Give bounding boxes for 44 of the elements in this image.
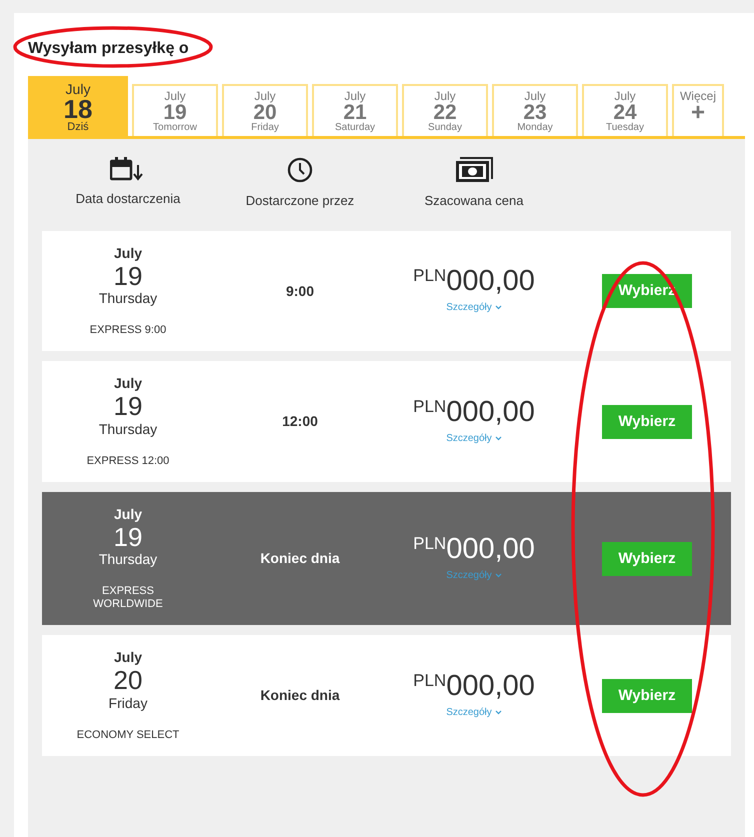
chevron-down-icon [494,710,502,714]
delivery-time: Koniec dnia [259,686,341,705]
day-number: 19 [114,392,142,421]
date-tab[interactable]: July 18 Dziś [28,76,128,136]
delivery-time: 12:00 [281,412,319,432]
date-tab[interactable]: July 22 Sunday [402,84,488,136]
details-link[interactable]: Szczegóły [446,430,502,446]
column-label: Szacowana cena [424,192,524,210]
day-number: 19 [114,522,142,552]
weekday-label: Thursday [98,290,158,308]
details-link[interactable]: Szczegóły [446,300,502,316]
service-name: EXPRESS WORLDWIDE [92,584,164,612]
details-link[interactable]: Szczegóły [446,704,502,720]
service-name: ECONOMY SELECT [76,728,180,742]
date-tab[interactable]: July 21 Saturday [312,84,398,136]
month-label: July [114,649,142,666]
column-label: Dostarczone przez [246,192,354,210]
heading: Wysyłam przesyłkę o [28,39,189,59]
service-name: EXPRESS 12:00 [86,454,170,468]
month-label: July [114,245,142,262]
more-tab[interactable]: Więcej + [672,84,724,136]
banknote-icon [455,157,493,183]
delivery-time: Koniec dnia [259,549,341,568]
service-name: EXPRESS 9:00 [90,324,166,338]
day-number: 19 [114,262,142,290]
date-tab[interactable]: July 23 Monday [492,84,578,136]
chevron-down-icon [494,305,502,310]
date-tab[interactable]: July 19 Tomorrow [132,84,218,136]
weekday-label: Friday [108,694,148,712]
month-label: July [114,506,142,523]
delivery-time: 9:00 [284,282,316,301]
day-number: 20 [114,666,142,695]
select-button[interactable]: Wybierz [602,404,692,439]
clock-icon [287,157,313,183]
chevron-down-icon [494,572,502,578]
date-tab[interactable]: July 24 Tuesday [582,84,668,136]
column-label: Data dostarczenia [76,190,180,208]
month-label: July [114,375,142,392]
date-tab[interactable]: July 20 Friday [222,84,308,136]
chevron-down-icon [494,436,502,441]
weekday-label: Thursday [98,420,158,438]
select-button[interactable]: Wybierz [602,678,692,712]
weekday-label: Thursday [98,551,158,568]
select-button[interactable]: Wybierz [602,542,692,576]
